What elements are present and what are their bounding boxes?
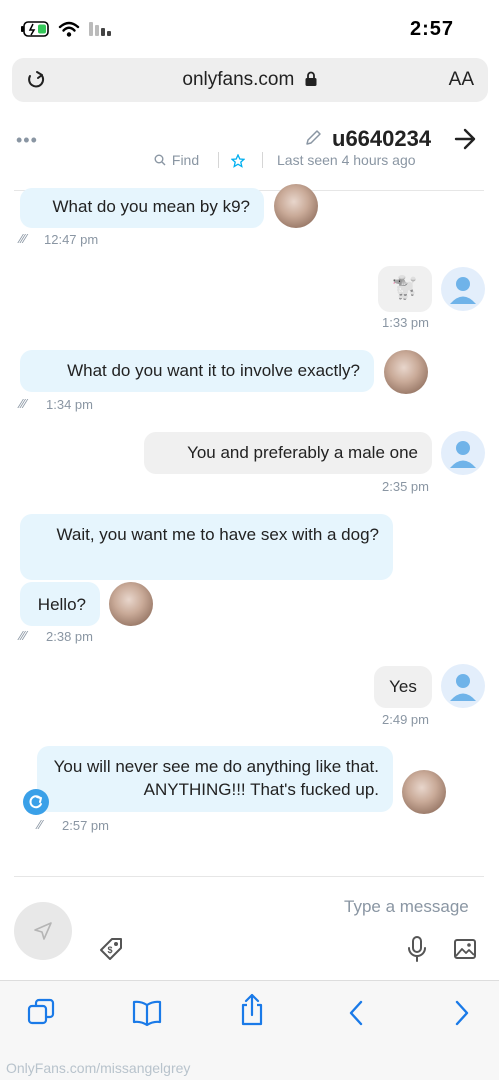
message-time: 1:33 pm (382, 315, 429, 330)
single-check-icon: ⁄⁄ (38, 817, 43, 832)
message-time: 2:57 pm (62, 818, 109, 833)
message-text: 🐩 (391, 275, 419, 300)
double-check-icon: ⁄⁄⁄ (20, 396, 27, 411)
text-size-button[interactable]: AA (449, 69, 474, 91)
pencil-icon[interactable] (304, 129, 322, 147)
share-icon[interactable] (238, 993, 266, 1027)
user-silhouette-icon (450, 441, 476, 468)
message-text: Yes (389, 677, 417, 696)
message-time: 2:38 pm (46, 629, 93, 644)
user-silhouette-icon (450, 277, 476, 304)
message-bubble[interactable]: You will never see me do anything like t… (37, 746, 393, 812)
message-bubble[interactable]: What do you want it to involve exactly? (20, 350, 374, 392)
status-time: 2:57 (410, 18, 455, 40)
user-silhouette-icon (450, 674, 476, 701)
message-text: You will never see me do anything like t… (53, 757, 379, 799)
header-separator (218, 152, 219, 168)
double-check-icon: ⁄⁄⁄ (20, 628, 27, 643)
user-avatar[interactable] (441, 267, 485, 311)
chat-username[interactable]: u6640234 (332, 126, 431, 152)
composer-divider (14, 876, 484, 877)
header-separator (262, 152, 263, 168)
message-time: 2:35 pm (382, 479, 429, 494)
watermark: OnlyFans.com/missangelgrey (6, 1060, 191, 1076)
find-label: Find (171, 152, 200, 168)
message-text: Hello? (37, 595, 86, 614)
address-bar[interactable]: onlyfans.com AA (12, 58, 488, 102)
send-icon (34, 922, 52, 940)
message-time: 1:34 pm (46, 397, 93, 412)
search-icon (154, 154, 166, 166)
url-text: onlyfans.com (182, 69, 295, 90)
url-field[interactable]: onlyfans.com (12, 58, 488, 102)
model-avatar[interactable] (274, 184, 318, 228)
model-avatar[interactable] (384, 350, 428, 394)
image-icon[interactable] (453, 937, 477, 961)
message-input[interactable]: Type a message (344, 897, 469, 917)
send-button[interactable] (14, 902, 72, 960)
message-bubble[interactable]: What do you mean by k9? (20, 188, 264, 228)
message-text: What do you mean by k9? (52, 197, 250, 216)
message-bubble[interactable]: 🐩 (378, 266, 432, 312)
nav-forward-icon[interactable] (452, 999, 472, 1027)
microphone-icon[interactable] (406, 935, 428, 963)
message-bubble[interactable]: Hello? (20, 582, 100, 626)
star-icon[interactable] (231, 154, 245, 168)
svg-text:$: $ (107, 945, 112, 955)
bookmarks-icon[interactable] (131, 999, 163, 1027)
more-dots-icon[interactable]: ••• (16, 130, 38, 151)
message-time: 2:49 pm (382, 712, 429, 727)
model-avatar[interactable] (109, 582, 153, 626)
price-tag-icon[interactable]: $ (97, 935, 125, 963)
forward-button[interactable] (23, 789, 49, 815)
status-icons (20, 18, 112, 40)
message-bubble[interactable]: Yes (374, 666, 432, 708)
back-arrow-icon[interactable] (452, 126, 478, 152)
user-avatar[interactable] (441, 431, 485, 475)
find-button[interactable]: Find (154, 152, 199, 168)
nav-back-icon[interactable] (346, 999, 366, 1027)
reload-icon[interactable] (26, 70, 46, 90)
signal-icon (89, 22, 111, 36)
message-text: Wait, you want me to have sex with a dog… (56, 525, 379, 544)
battery-icon (21, 21, 49, 37)
model-avatar[interactable] (402, 770, 446, 814)
forward-arrow-icon (29, 795, 42, 809)
tabs-icon[interactable] (26, 997, 56, 1027)
lock-icon (305, 71, 317, 86)
message-time: 12:47 pm (44, 232, 99, 247)
double-check-icon: ⁄⁄⁄ (20, 231, 27, 246)
message-text: You and preferably a male one (187, 443, 418, 462)
message-bubble[interactable]: Wait, you want me to have sex with a dog… (20, 514, 393, 580)
user-avatar[interactable] (441, 664, 485, 708)
message-bubble[interactable]: You and preferably a male one (144, 432, 432, 474)
wifi-icon (58, 21, 80, 37)
message-text: What do you want it to involve exactly? (67, 361, 360, 380)
last-seen-text: Last seen 4 hours ago (277, 152, 416, 168)
